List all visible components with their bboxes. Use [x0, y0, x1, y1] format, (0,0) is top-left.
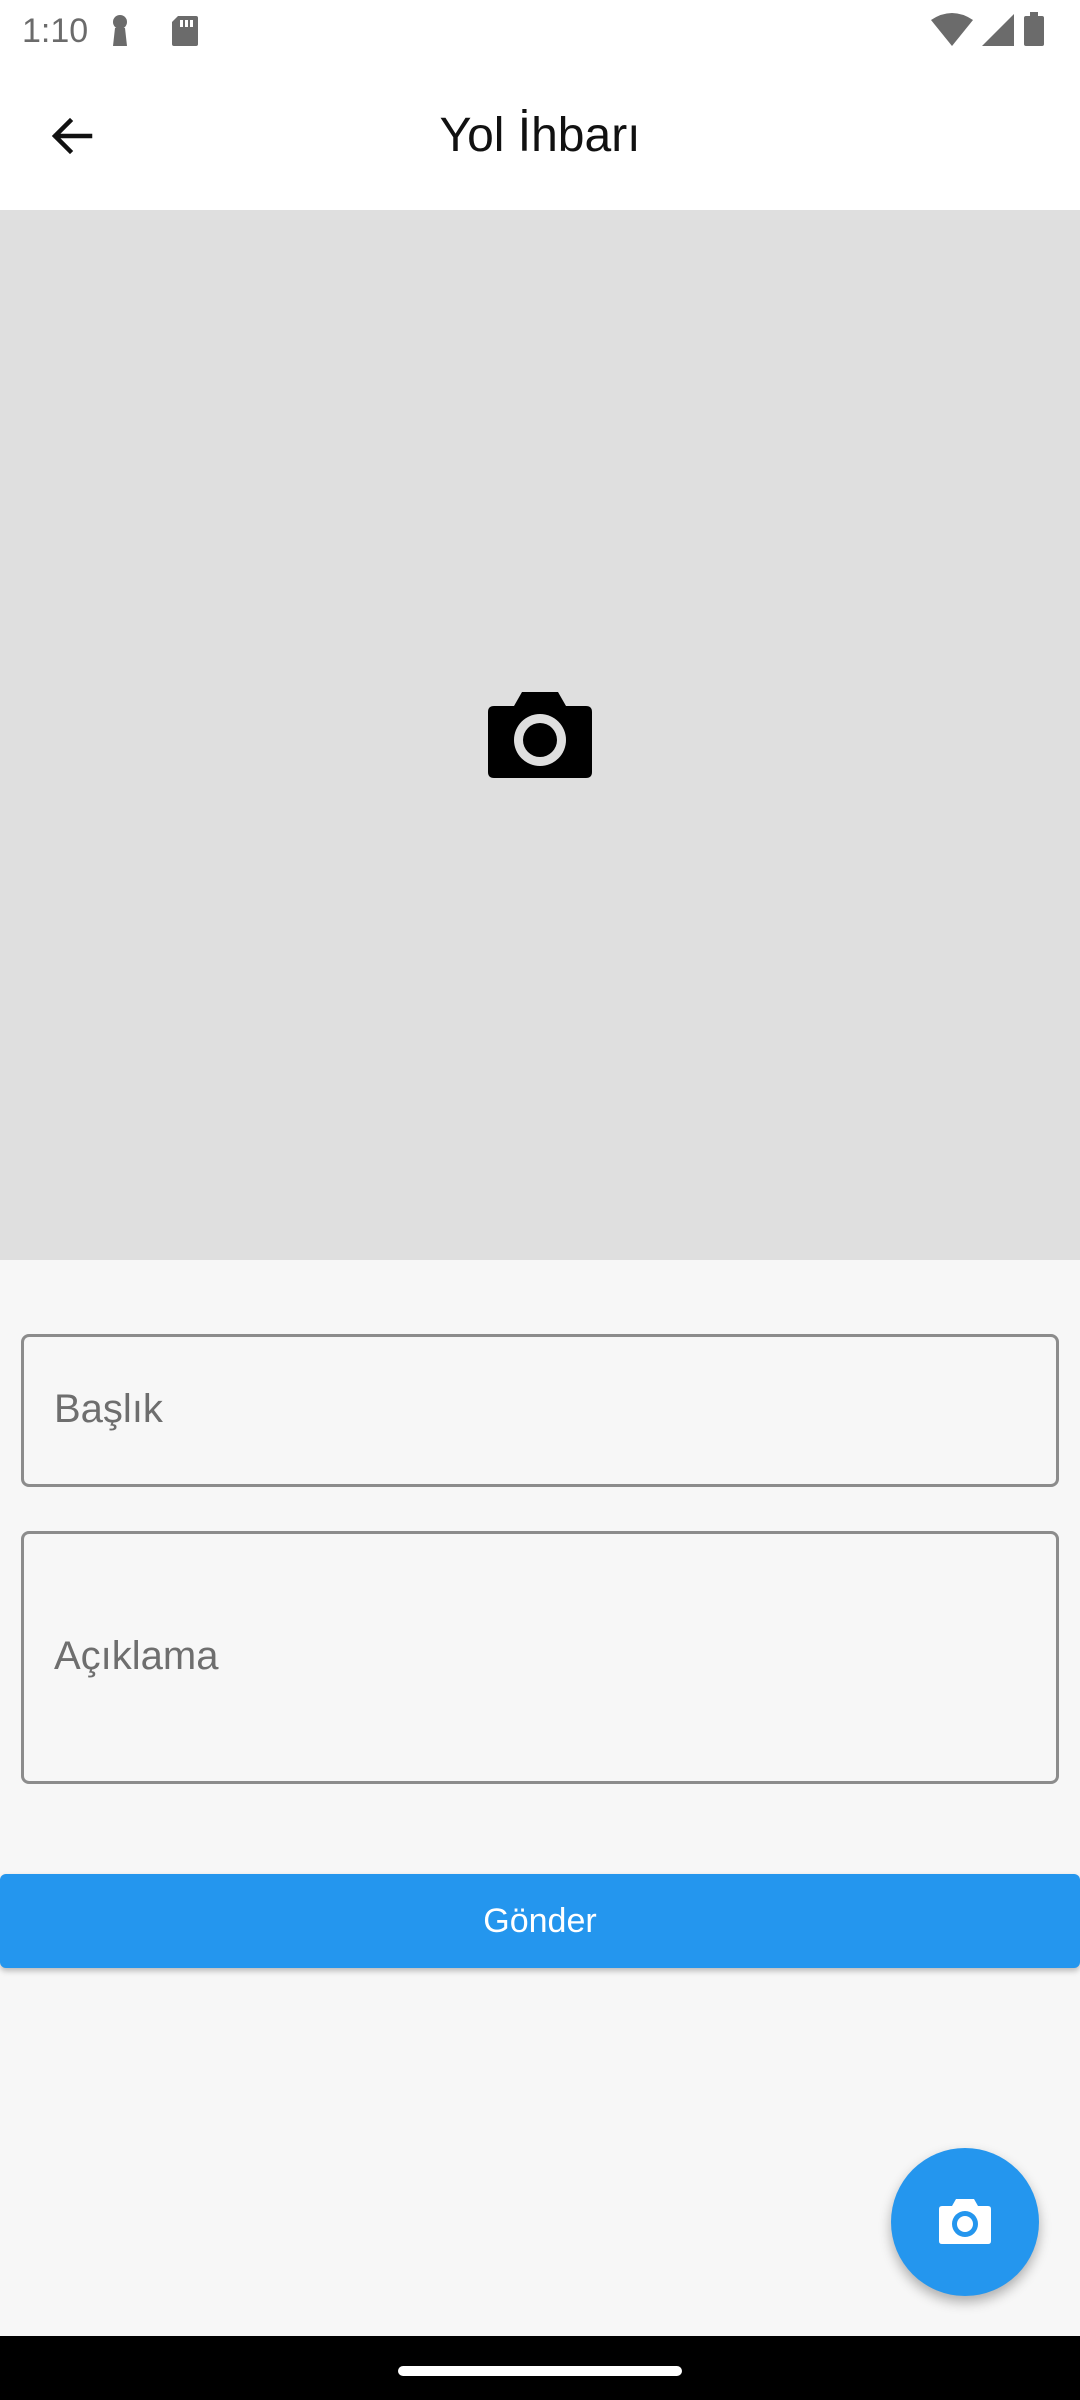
wifi-icon — [931, 13, 974, 46]
camera-fab-button[interactable] — [891, 2148, 1039, 2296]
description-placeholder: Açıklama — [54, 1634, 219, 1678]
battery-icon — [1024, 12, 1044, 46]
status-bar: 1:10 — [0, 0, 1080, 62]
description-field[interactable]: Açıklama — [21, 1531, 1059, 1784]
submit-button[interactable]: Gönder — [0, 1874, 1080, 1968]
camera-icon — [939, 2199, 991, 2244]
system-nav-bar — [0, 2336, 1080, 2400]
arrow-back-icon — [51, 117, 93, 155]
title-placeholder: Başlık — [54, 1387, 163, 1431]
page-title: Yol İhbarı — [439, 109, 641, 162]
camera-icon — [488, 692, 592, 778]
title-field[interactable]: Başlık — [21, 1334, 1059, 1487]
cell-signal-icon — [981, 14, 1014, 46]
sd-card-icon — [170, 14, 200, 53]
status-right-icons — [929, 12, 1046, 53]
photo-preview-area[interactable] — [0, 210, 1080, 1260]
home-indicator[interactable] — [398, 2366, 682, 2376]
status-time: 1:10 — [22, 12, 89, 50]
back-button[interactable] — [34, 98, 110, 174]
app-bar: Yol İhbarı — [0, 62, 1080, 210]
